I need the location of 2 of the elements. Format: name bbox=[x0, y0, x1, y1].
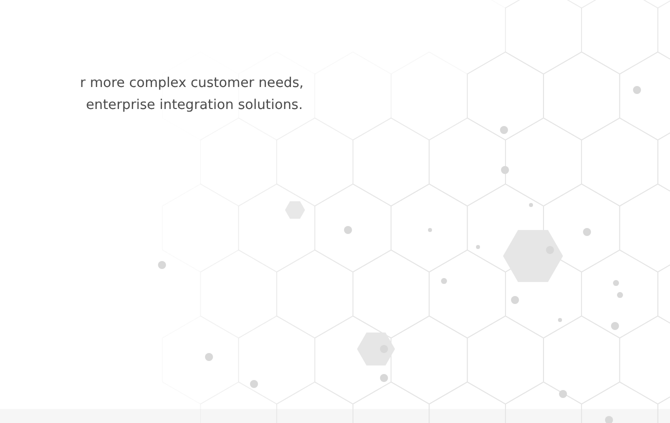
intro-text-line: enterprise integration solutions. bbox=[86, 96, 303, 115]
intro-text-line: r more complex customer needs, bbox=[80, 74, 304, 93]
